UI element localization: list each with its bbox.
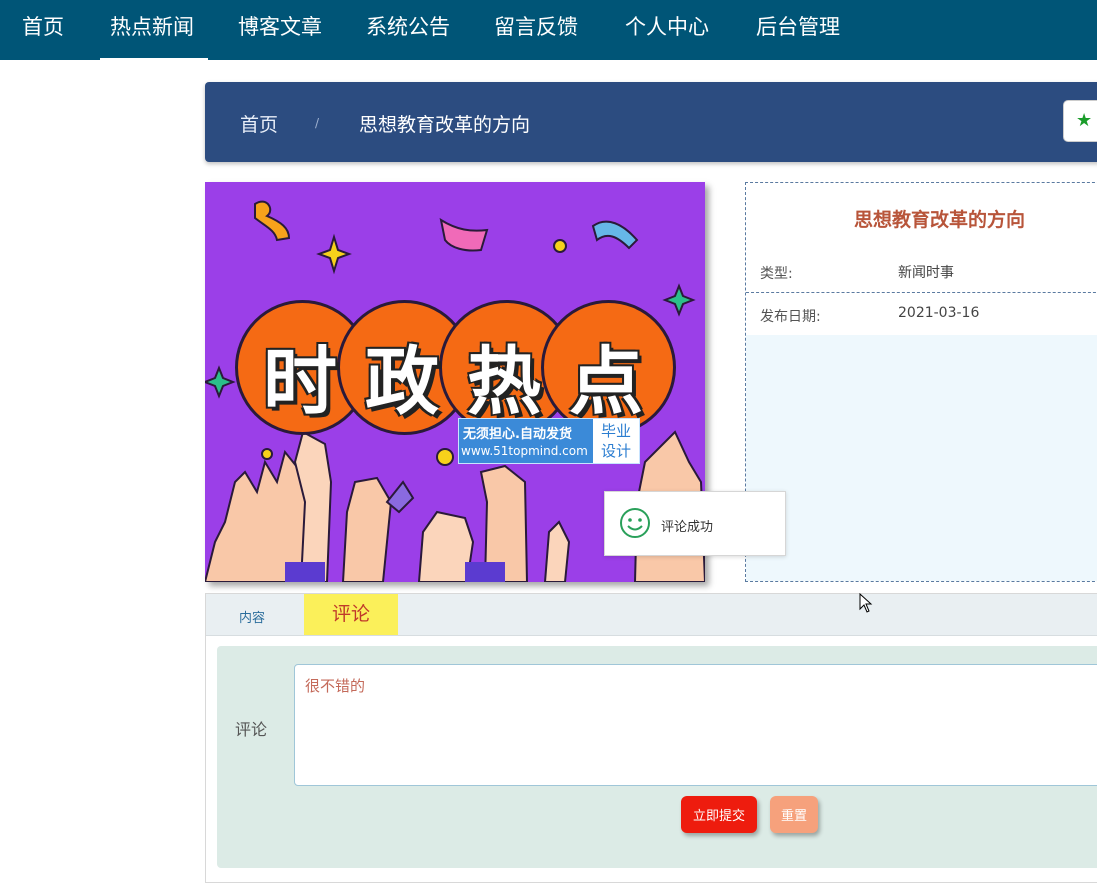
star-icon: ★ — [1076, 110, 1093, 131]
article-info-panel: 思想教育改革的方向 类型: 新闻时事 发布日期: 2021-03-16 — [745, 182, 1097, 582]
top-nav: 首页 热点新闻 博客文章 系统公告 留言反馈 个人中心 后台管理 — [0, 0, 1097, 62]
watermark-tag: 毕业 设计 — [593, 419, 639, 463]
info-value: 2021-03-16 — [898, 305, 980, 321]
nav-item-announcements[interactable]: 系统公告 — [366, 0, 450, 60]
nav-item-home[interactable]: 首页 — [22, 0, 64, 60]
toast-message: 评论成功 — [661, 520, 714, 535]
info-label: 发布日期: — [760, 309, 821, 325]
watermark-tag-line2: 设计 — [600, 442, 631, 460]
breadcrumb: 首页 / 思想教育改革的方向 ★ — [205, 82, 1097, 162]
info-row-type: 类型: 新闻时事 — [746, 249, 1097, 293]
nav-item-admin[interactable]: 后台管理 — [756, 0, 840, 60]
banner-char: 热 — [467, 339, 541, 425]
nav-active-indicator — [100, 58, 208, 62]
nav-item-blog[interactable]: 博客文章 — [238, 0, 322, 60]
comment-form: 评论 很不错的 立即提交 重置 — [217, 646, 1097, 868]
nav-item-profile[interactable]: 个人中心 — [625, 0, 709, 60]
submit-button[interactable]: 立即提交 — [681, 796, 757, 833]
watermark-tag-line1: 毕业 — [600, 422, 631, 440]
mouse-cursor-icon — [859, 593, 873, 613]
watermark-line1: 无须担心.自动发货 — [463, 427, 572, 442]
detail-tabs: 内容 评论 评论 很不错的 立即提交 重置 — [205, 593, 1097, 883]
watermark-badge: 无须担心.自动发货 www.51topmind.com 毕业 设计 — [458, 418, 640, 464]
reset-button[interactable]: 重置 — [770, 796, 818, 833]
banner-char: 点 — [569, 339, 643, 425]
smiley-icon — [620, 508, 650, 538]
breadcrumb-separator: / — [315, 116, 320, 130]
article-title: 思想教育改革的方向 — [854, 209, 1026, 231]
info-value: 新闻时事 — [898, 265, 954, 281]
comment-label: 评论 — [235, 720, 268, 739]
tab-content[interactable]: 内容 — [239, 607, 265, 626]
nav-item-hot-news[interactable]: 热点新闻 — [110, 0, 194, 60]
breadcrumb-current: 思想教育改革的方向 — [359, 114, 531, 136]
comment-textarea[interactable]: 很不错的 — [294, 664, 1097, 786]
info-panel-body — [746, 335, 1097, 581]
success-toast: 评论成功 — [604, 491, 786, 556]
breadcrumb-home-link[interactable]: 首页 — [240, 110, 278, 137]
favorite-button[interactable]: ★ — [1063, 100, 1097, 142]
banner-char: 时 — [263, 339, 337, 425]
tab-comment[interactable]: 评论 — [304, 594, 398, 635]
info-row-date: 发布日期: 2021-03-16 — [746, 292, 1097, 336]
banner-char: 政 — [365, 339, 439, 425]
watermark-line2: www.51topmind.com — [461, 444, 588, 458]
tab-bar: 内容 评论 — [206, 594, 1097, 636]
nav-item-feedback[interactable]: 留言反馈 — [494, 0, 578, 60]
info-label: 类型: — [760, 266, 793, 282]
